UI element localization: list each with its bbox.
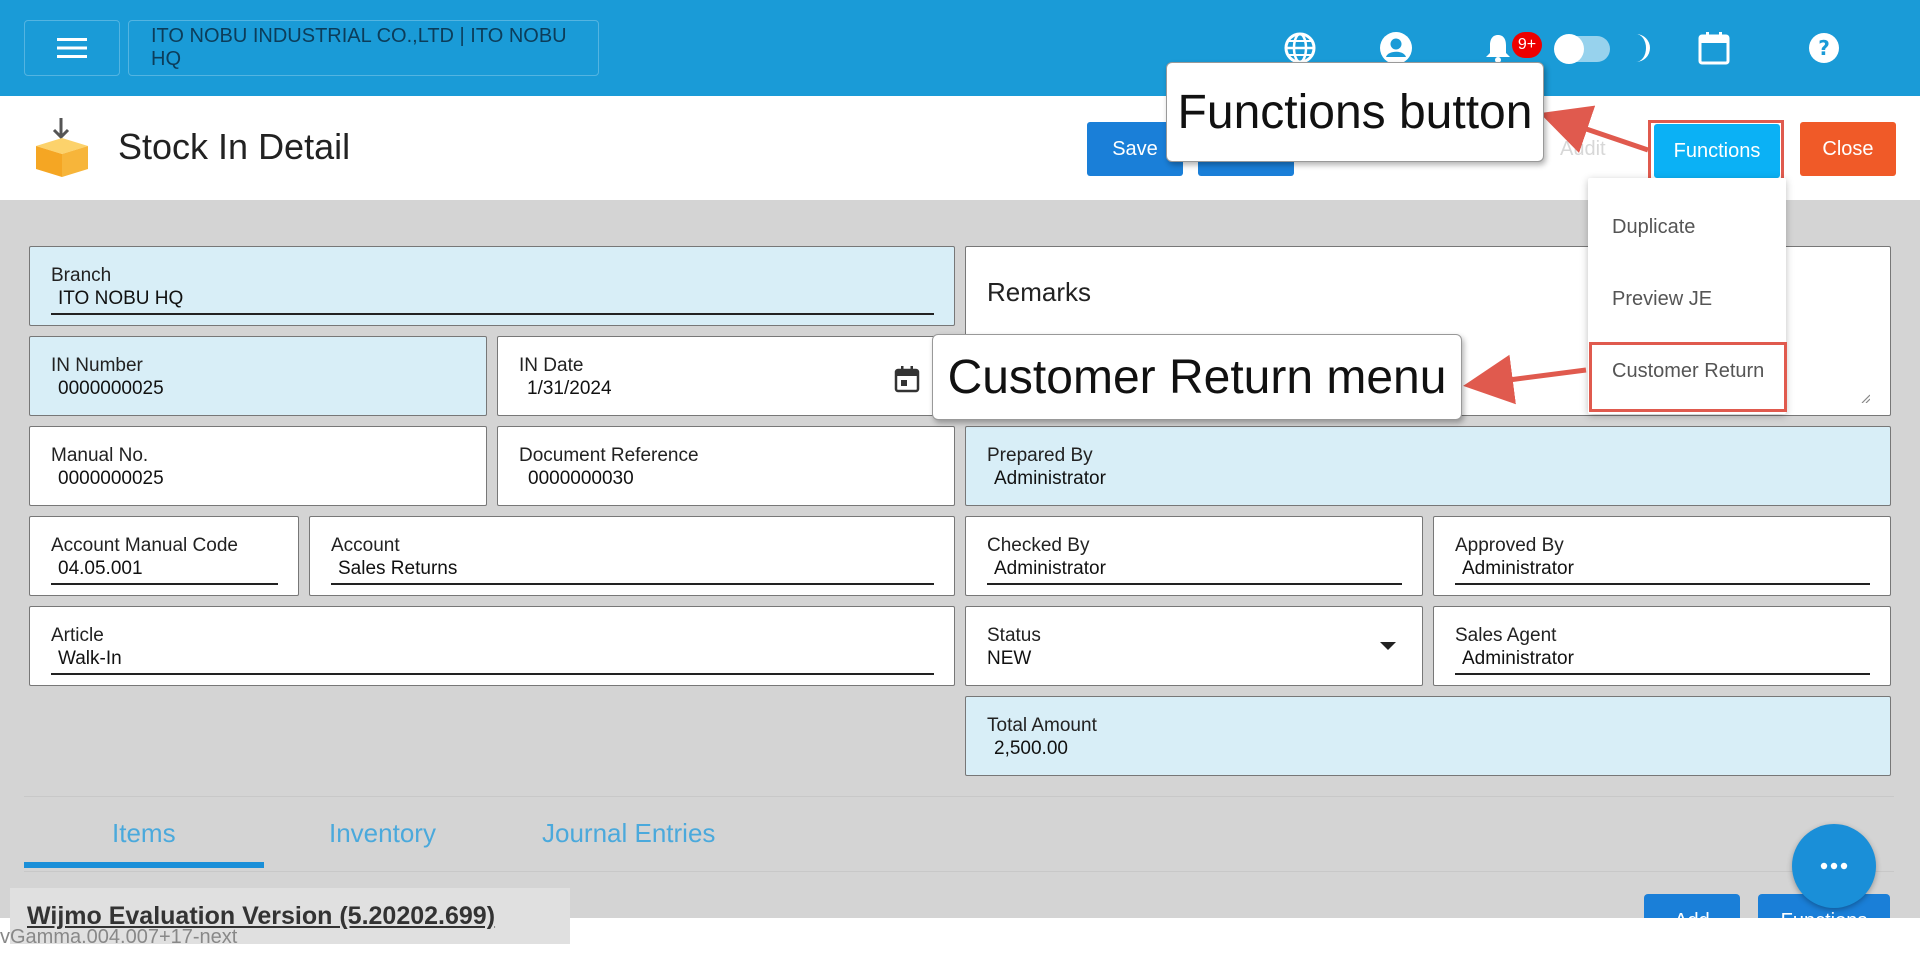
functions-button-callout: Functions button xyxy=(1166,62,1544,162)
customer-return-callout-arrow xyxy=(1463,354,1587,405)
annotation-arrows xyxy=(1463,105,1649,405)
functions-callout-arrow xyxy=(1539,105,1649,153)
customer-return-callout: Customer Return menu xyxy=(932,334,1462,420)
